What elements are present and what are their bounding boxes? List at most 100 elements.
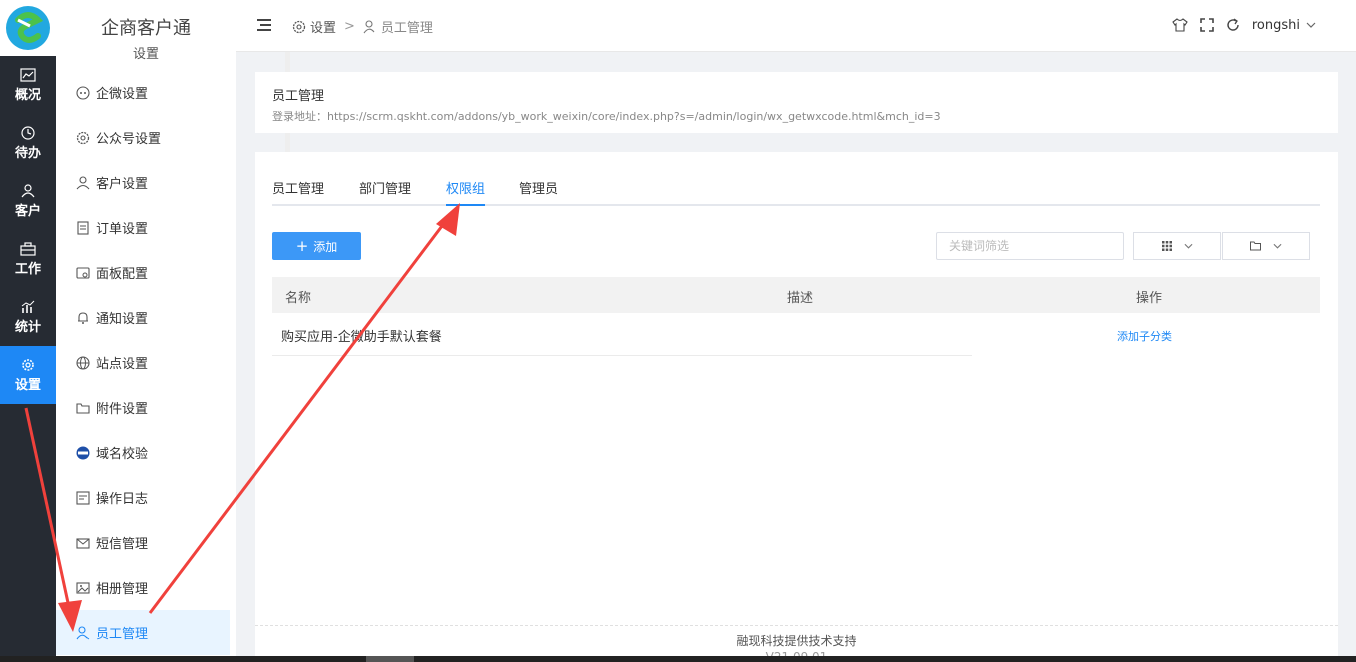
menu-item-wechat-work[interactable]: 企微设置 (56, 70, 230, 115)
page-header-card: 员工管理 登录地址：https://scrm.qskht.com/addons/… (255, 72, 1338, 133)
page-title: 员工管理 (272, 89, 325, 104)
theme-shirt-icon[interactable] (1172, 17, 1188, 33)
app-logo[interactable] (0, 0, 56, 56)
globe-icon (75, 355, 90, 370)
brand-name: 企商客户通 (101, 18, 191, 39)
top-right-tools: rongshi (1172, 17, 1316, 33)
domain-badge-icon (75, 445, 90, 460)
rail-item-customer[interactable]: 客户 (0, 172, 56, 230)
menu-label: 客户设置 (96, 177, 149, 192)
gear-icon (292, 20, 306, 33)
rail-item-work[interactable]: 工作 (0, 230, 56, 288)
add-label: 添加 (313, 239, 338, 254)
settings-menu: 企商客户通 设置 企微设置 公众号设置 客户设置 订单设置 面板配置 通知设置 … (56, 0, 290, 662)
staff-icon (75, 625, 90, 640)
menu-label: 域名校验 (96, 447, 149, 462)
order-icon (75, 220, 90, 235)
table-row: 购买应用-企微助手默认套餐 (272, 313, 972, 356)
menu-item-staff[interactable]: 员工管理 (56, 610, 230, 655)
menu-item-domain[interactable]: 域名校验 (56, 430, 230, 475)
add-button[interactable]: + 添加 (272, 232, 361, 260)
user-name[interactable]: rongshi (1252, 18, 1300, 33)
wechat-work-icon (75, 85, 90, 100)
column-view-dropdown[interactable] (1133, 232, 1221, 260)
bar-chart-icon (21, 300, 35, 313)
briefcase-icon (20, 241, 36, 256)
table-header: 名称 描述 操作 (272, 277, 1320, 313)
chevron-down-icon[interactable] (1306, 22, 1316, 28)
column-header-name: 名称 (285, 291, 312, 306)
horizontal-scrollbar[interactable] (0, 656, 1356, 662)
fullscreen-icon[interactable] (1200, 18, 1214, 32)
menu-toggle-icon[interactable] (257, 19, 271, 35)
image-icon (75, 580, 90, 595)
staff-icon (363, 19, 375, 33)
plus-icon: + (295, 237, 309, 255)
refresh-icon[interactable] (1226, 18, 1240, 32)
menu-item-official-account[interactable]: 公众号设置 (56, 115, 230, 160)
main-rail: 概况 待办 客户 工作 统计 设置 (0, 0, 56, 662)
folder-icon (1250, 241, 1261, 251)
menu-label: 短信管理 (96, 537, 149, 552)
user-icon (21, 183, 35, 197)
login-url: 登录地址：https://scrm.qskht.com/addons/yb_wo… (272, 110, 941, 123)
clock-icon (21, 125, 35, 140)
log-icon (75, 490, 90, 505)
settings-icon (75, 130, 90, 145)
section-title: 设置 (132, 47, 159, 62)
menu-label: 附件设置 (96, 402, 149, 417)
menu-header: 企商客户通 设置 (56, 0, 236, 62)
chevron-down-icon (1273, 243, 1282, 249)
column-header-action: 操作 (1136, 291, 1163, 306)
keyword-search-input[interactable] (936, 232, 1124, 260)
chart-line-icon (20, 67, 36, 82)
tab-permission-group[interactable]: 权限组 (446, 178, 486, 206)
menu-label: 操作日志 (96, 492, 149, 507)
menu-item-order[interactable]: 订单设置 (56, 205, 230, 250)
breadcrumb-staff: 员工管理 (380, 21, 433, 36)
breadcrumb: 设置 > 员工管理 (292, 17, 433, 36)
rail-label: 工作 (14, 261, 41, 277)
tab-department[interactable]: 部门管理 (359, 178, 411, 206)
rail-item-stats[interactable]: 统计 (0, 288, 56, 346)
menu-item-panel[interactable]: 面板配置 (56, 250, 230, 295)
menu-label: 站点设置 (96, 357, 149, 372)
breadcrumb-settings[interactable]: 设置 (310, 17, 336, 36)
scrollbar-thumb[interactable] (366, 656, 414, 662)
gear-icon (22, 358, 34, 371)
menu-item-site[interactable]: 站点设置 (56, 340, 230, 385)
breadcrumb-separator: > (344, 19, 355, 34)
grid-icon (1161, 241, 1172, 251)
rail-label: 设置 (14, 377, 41, 393)
menu-item-notify[interactable]: 通知设置 (56, 295, 230, 340)
rail-label: 概况 (14, 87, 41, 103)
bell-icon (75, 310, 90, 325)
rail-item-overview[interactable]: 概况 (0, 56, 56, 114)
export-dropdown[interactable] (1222, 232, 1310, 260)
user-icon (75, 175, 90, 190)
menu-item-album[interactable]: 相册管理 (56, 565, 230, 610)
menu-item-customer[interactable]: 客户设置 (56, 160, 230, 205)
add-subcategory-link[interactable]: 添加子分类 (1117, 328, 1172, 344)
menu-label: 企微设置 (96, 87, 149, 102)
footer-support: 融现科技提供技术支持 (736, 634, 857, 648)
mail-icon (75, 535, 90, 550)
chevron-down-icon (1184, 243, 1192, 249)
column-header-desc: 描述 (787, 291, 814, 306)
menu-item-log[interactable]: 操作日志 (56, 475, 230, 520)
rail-item-todo[interactable]: 待办 (0, 114, 56, 172)
menu-item-attachment[interactable]: 附件设置 (56, 385, 230, 430)
menu-label: 相册管理 (96, 582, 149, 597)
tab-staff[interactable]: 员工管理 (272, 178, 324, 206)
menu-label: 面板配置 (96, 267, 149, 282)
menu-label: 订单设置 (96, 222, 149, 237)
rail-label: 统计 (14, 319, 41, 335)
menu-label: 通知设置 (96, 312, 149, 327)
tab-admin[interactable]: 管理员 (519, 178, 558, 206)
menu-item-sms[interactable]: 短信管理 (56, 520, 230, 565)
footer-divider (255, 625, 1338, 626)
main-card: 员工管理 部门管理 权限组 管理员 + 添加 名称 描述 操作 购买应用-企微助… (255, 152, 1338, 662)
row-name: 购买应用-企微助手默认套餐 (281, 330, 442, 345)
tab-bar: 员工管理 部门管理 权限组 管理员 (272, 170, 1320, 206)
rail-item-settings[interactable]: 设置 (0, 346, 56, 404)
